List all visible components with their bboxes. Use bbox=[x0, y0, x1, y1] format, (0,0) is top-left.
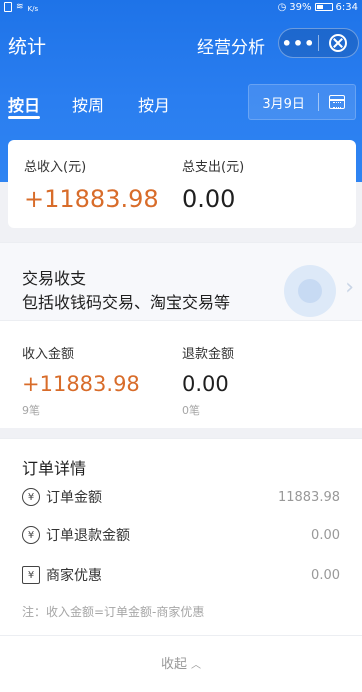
refund-amount-label: 退款金额 bbox=[182, 347, 235, 362]
section-divider bbox=[0, 635, 362, 636]
order-refund-label: 订单退款金额 bbox=[46, 528, 130, 544]
clock: 6:34 bbox=[335, 1, 358, 13]
transactions-title: 交易收支 bbox=[22, 269, 87, 288]
total-income-value: +11883.98 bbox=[24, 185, 159, 213]
merchant-discount-row: ¥ 商家优惠 0.00 bbox=[22, 563, 340, 587]
more-button[interactable]: ••• bbox=[279, 34, 318, 53]
decorative-illustration: › bbox=[284, 263, 354, 319]
income-amount-label: 收入金额 bbox=[22, 347, 75, 362]
order-refund-row: ¥ 订单退款金额 0.00 bbox=[22, 523, 340, 547]
page-title: 统计 bbox=[8, 36, 47, 58]
battery-percent: 39% bbox=[289, 1, 312, 13]
status-bar: ≋ K/s ◷ 39% 6:34 bbox=[0, 0, 362, 14]
wifi-icon: ≋ bbox=[16, 2, 24, 12]
order-detail-section: 订单详情 ¥ 订单金额 11883.98 ¥ 订单退款金额 0.00 ¥ 商家优… bbox=[0, 438, 362, 692]
merchant-discount-value: 0.00 bbox=[311, 567, 340, 583]
close-button[interactable] bbox=[319, 34, 358, 52]
refund-amount: 退款金额 0.00 0笔 bbox=[182, 343, 234, 418]
order-amount-row: ¥ 订单金额 11883.98 bbox=[22, 485, 340, 509]
nav-bar: 统计 经营分析 ••• bbox=[0, 28, 362, 60]
date-picker[interactable]: 3月9日 bbox=[248, 84, 356, 120]
tab-week[interactable]: 按周 bbox=[72, 92, 104, 116]
business-analysis-link[interactable]: 经营分析 bbox=[197, 33, 265, 58]
selected-date[interactable]: 3月9日 bbox=[249, 93, 318, 112]
order-amount-value: 11883.98 bbox=[277, 489, 340, 505]
formula-note: 注：收入金额=订单金额-商家优惠 bbox=[22, 605, 205, 619]
calendar-button[interactable] bbox=[319, 95, 355, 109]
tab-day[interactable]: 按日 bbox=[8, 92, 40, 116]
income-count: 9笔 bbox=[22, 404, 40, 417]
transactions-panel: 交易收支 包括收钱码交易、淘宝交易等 › 收入金额 +11883.98 9笔 退… bbox=[0, 242, 362, 428]
collapse-label: 收起 bbox=[160, 657, 187, 672]
refund-amount-value: 0.00 bbox=[182, 372, 229, 396]
order-detail-title: 订单详情 bbox=[22, 459, 87, 478]
yen-icon: ¥ bbox=[22, 488, 40, 506]
network-speed: K/s bbox=[27, 5, 39, 13]
mini-program-capsule: ••• bbox=[278, 28, 359, 58]
summary-card: 总收入(元) +11883.98 总支出(元) 0.00 bbox=[8, 140, 356, 228]
income-amount-value: +11883.98 bbox=[22, 372, 140, 396]
total-expense-label: 总支出(元) bbox=[182, 160, 245, 175]
income-amount: 收入金额 +11883.98 9笔 bbox=[22, 343, 140, 418]
chevron-up-icon: ︿ bbox=[191, 660, 201, 671]
alarm-icon: ◷ bbox=[277, 1, 287, 13]
chevron-right-icon: › bbox=[345, 275, 354, 300]
transactions-header[interactable]: 交易收支 包括收钱码交易、淘宝交易等 › bbox=[0, 243, 362, 321]
total-expense-value: 0.00 bbox=[182, 185, 236, 213]
tab-month[interactable]: 按月 bbox=[138, 92, 170, 116]
order-amount-label: 订单金额 bbox=[46, 490, 102, 506]
total-expense: 总支出(元) 0.00 bbox=[182, 156, 244, 213]
battery-icon bbox=[314, 3, 333, 11]
transactions-subtitle: 包括收钱码交易、淘宝交易等 bbox=[22, 293, 231, 312]
refund-count: 0笔 bbox=[182, 404, 200, 417]
total-income: 总收入(元) +11883.98 bbox=[24, 156, 159, 213]
close-icon bbox=[329, 34, 348, 52]
calendar-icon bbox=[329, 95, 346, 109]
refund-yen-icon: ¥ bbox=[22, 526, 40, 544]
coupon-icon: ¥ bbox=[22, 566, 40, 584]
total-income-label: 总收入(元) bbox=[24, 160, 87, 175]
sim-icon bbox=[4, 2, 12, 12]
merchant-discount-label: 商家优惠 bbox=[46, 568, 102, 584]
active-tab-indicator bbox=[8, 116, 40, 119]
collapse-button[interactable]: 收起 ︿ bbox=[0, 653, 362, 672]
order-refund-value: 0.00 bbox=[311, 527, 340, 543]
